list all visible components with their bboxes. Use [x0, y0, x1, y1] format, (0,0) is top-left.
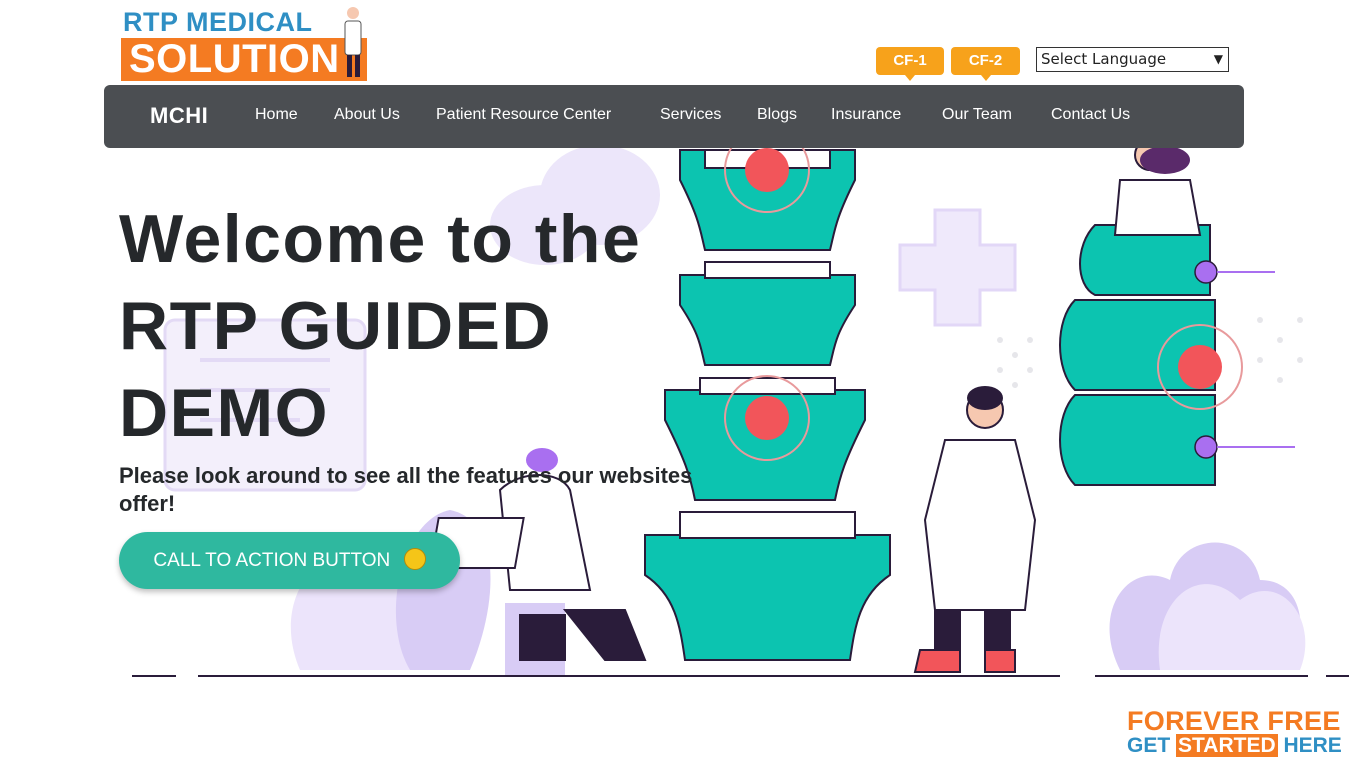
language-select-value: Select Language: [1041, 50, 1167, 68]
forever-free-started: STARTED: [1176, 734, 1278, 757]
call-to-action-button[interactable]: CALL TO ACTION BUTTON: [119, 532, 460, 589]
nav-item-insurance[interactable]: Insurance: [831, 106, 901, 124]
main-nav: MCHI Home About Us Patient Resource Cent…: [104, 85, 1244, 148]
hero-title: Welcome to the RTP GUIDED DEMO: [119, 196, 759, 457]
forever-free-line2: GET STARTED HERE: [1127, 734, 1342, 757]
hero-title-line1: Welcome to the: [119, 201, 642, 277]
forever-free-badge[interactable]: FOREVER FREE GET STARTED HERE: [1127, 706, 1342, 757]
cf2-badge[interactable]: CF-2: [951, 47, 1020, 81]
nav-item-about-us[interactable]: About Us: [334, 106, 400, 124]
forever-free-get: GET: [1127, 734, 1177, 757]
nav-brand[interactable]: MCHI: [150, 103, 208, 129]
language-select[interactable]: Select Language ▼: [1036, 47, 1229, 72]
nav-item-our-team[interactable]: Our Team: [942, 106, 1012, 124]
grinning-face-emoji-icon: [403, 547, 426, 570]
nav-item-blogs[interactable]: Blogs: [757, 106, 797, 124]
nav-item-services[interactable]: Services: [660, 106, 721, 124]
logo-line2: SOLUTION: [129, 37, 340, 81]
hero-title-line2: RTP GUIDED: [119, 288, 553, 364]
cf1-badge[interactable]: CF-1: [876, 47, 944, 81]
site-logo[interactable]: RTP MEDICAL SOLUTION: [121, 5, 367, 81]
nav-item-home[interactable]: Home: [255, 106, 298, 124]
hero-title-line3: DEMO: [119, 375, 329, 451]
chevron-down-icon: ▼: [1213, 52, 1223, 66]
forever-free-here: HERE: [1277, 734, 1342, 757]
nav-item-contact-us[interactable]: Contact Us: [1051, 106, 1130, 124]
nav-item-patient-resource-center[interactable]: Patient Resource Center: [436, 106, 611, 124]
hero-subtitle: Please look around to see all the featur…: [119, 463, 693, 516]
cta-label: CALL TO ACTION BUTTON: [153, 550, 391, 571]
doctor-figure-icon: [344, 7, 362, 77]
forever-free-line1: FOREVER FREE: [1127, 706, 1341, 736]
logo-line1: RTP MEDICAL: [123, 7, 313, 37]
